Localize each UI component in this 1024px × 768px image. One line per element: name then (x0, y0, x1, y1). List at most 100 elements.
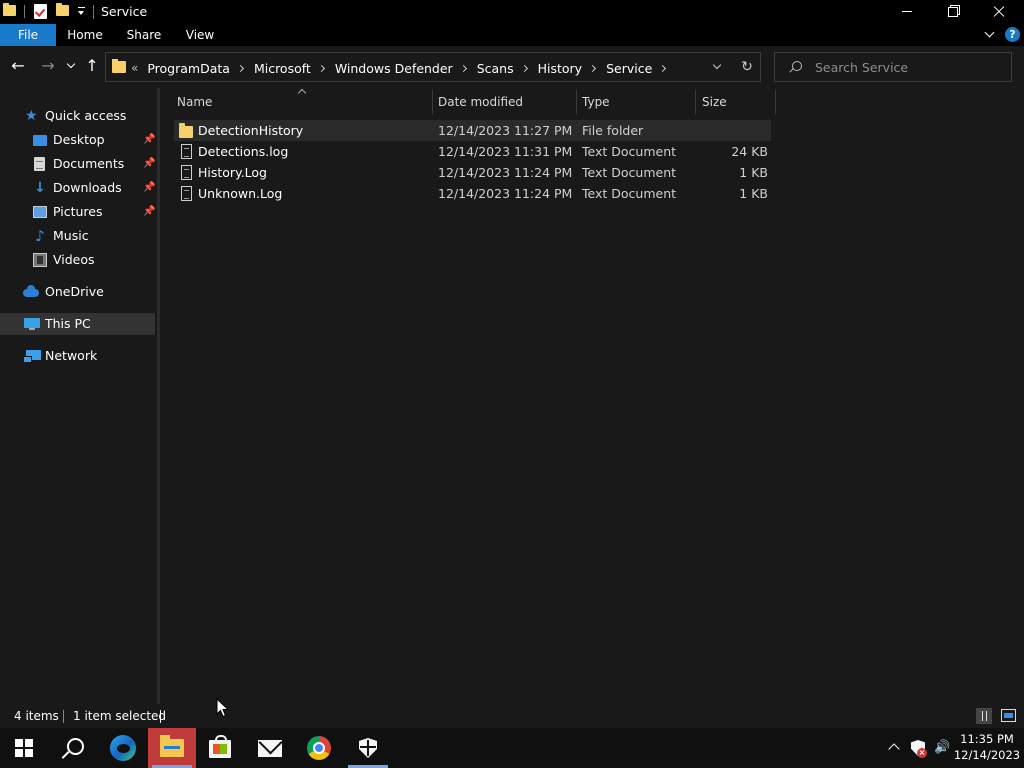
column-label: Type (582, 95, 610, 109)
expand-ribbon-icon[interactable] (983, 28, 997, 42)
sidebar-item-label: Documents (53, 156, 125, 171)
pin-icon: 📌 (143, 134, 156, 145)
search-input[interactable] (815, 59, 995, 75)
taskbar-chrome[interactable] (295, 728, 343, 768)
sidebar-item-pictures[interactable]: Pictures 📌 (0, 201, 155, 223)
tab-view[interactable]: View (176, 24, 224, 46)
column-header-type[interactable]: Type (576, 88, 695, 116)
details-view-icon[interactable] (976, 708, 992, 724)
text-file-icon (181, 165, 192, 180)
refresh-icon[interactable]: ↻ (739, 58, 755, 76)
new-folder-icon[interactable] (56, 3, 69, 16)
taskbar-edge[interactable] (99, 728, 147, 768)
forward-button[interactable]: → (38, 56, 58, 76)
address-bar[interactable]: « ProgramData Microsoft Windows Defender… (105, 52, 761, 82)
windows-logo-icon (15, 739, 33, 757)
address-history-dropdown[interactable] (711, 61, 723, 73)
chevron-right-icon[interactable] (589, 64, 597, 72)
breadcrumb-scans[interactable]: Scans (476, 61, 515, 76)
videos-icon (33, 253, 47, 267)
help-icon[interactable]: ? (1005, 27, 1020, 42)
title-bar: Service (0, 0, 1024, 24)
file-date: 12/14/2023 11:24 PM (438, 186, 573, 201)
file-name: DetectionHistory (198, 123, 304, 138)
sidebar-item-desktop[interactable]: Desktop 📌 (0, 129, 155, 151)
table-row[interactable]: DetectionHistory 12/14/2023 11:27 PM Fil… (174, 120, 771, 141)
sidebar-item-downloads[interactable]: ↓ Downloads 📌 (0, 177, 155, 199)
up-button[interactable]: ↑ (82, 56, 102, 76)
pin-icon: 📌 (143, 158, 156, 169)
sidebar-item-music[interactable]: ♪ Music (0, 225, 155, 247)
chevron-right-icon[interactable] (659, 64, 667, 72)
search-icon (62, 738, 84, 758)
sidebar-item-quick-access[interactable]: ★ Quick access (0, 105, 155, 127)
table-row[interactable]: Detections.log 12/14/2023 11:31 PM Text … (174, 141, 771, 162)
folder-icon (112, 59, 126, 73)
chevron-right-icon[interactable] (459, 64, 467, 72)
sidebar-item-documents[interactable]: Documents 📌 (0, 153, 155, 175)
tab-share[interactable]: Share (116, 24, 172, 46)
defender-icon (359, 738, 377, 758)
breadcrumb-service[interactable]: Service (605, 61, 653, 76)
search-box[interactable] (774, 52, 1012, 82)
file-explorer-icon (160, 735, 184, 757)
search-icon (789, 61, 802, 73)
breadcrumb-microsoft[interactable]: Microsoft (253, 61, 312, 76)
taskbar-mail[interactable] (246, 728, 294, 768)
large-icons-view-icon[interactable] (1001, 709, 1016, 722)
sidebar-item-label: Quick access (45, 108, 127, 123)
file-size: 24 KB (731, 144, 768, 159)
start-button[interactable] (0, 728, 48, 768)
show-hidden-icons-icon[interactable] (888, 742, 900, 754)
taskbar-search-button[interactable] (48, 728, 96, 768)
pin-icon: 📌 (143, 206, 156, 217)
network-icon (23, 350, 41, 363)
taskbar-store[interactable] (196, 728, 244, 768)
column-header-size[interactable]: Size (695, 88, 775, 116)
status-divider (160, 710, 161, 723)
sidebar-item-label: Desktop (53, 132, 105, 147)
chevron-right-icon[interactable] (317, 64, 325, 72)
clock-date: 12/14/2023 (953, 748, 1021, 762)
recent-locations-button[interactable] (64, 56, 78, 76)
breadcrumb-overflow[interactable]: « (131, 61, 138, 75)
sidebar-item-videos[interactable]: Videos (0, 249, 155, 271)
text-file-icon (181, 144, 192, 159)
system-clock[interactable]: 11:35 PM 12/14/2023 (952, 731, 1022, 763)
title-divider (93, 5, 94, 19)
sidebar-item-network[interactable]: Network (0, 345, 155, 367)
column-divider[interactable] (775, 90, 776, 114)
back-button[interactable]: ← (8, 56, 28, 76)
onedrive-icon (23, 285, 39, 297)
restore-button[interactable] (930, 0, 976, 24)
customize-toolbar-icon[interactable] (75, 5, 87, 19)
chevron-right-icon[interactable] (520, 64, 528, 72)
breadcrumb-history[interactable]: History (537, 61, 583, 76)
table-row[interactable]: History.Log 12/14/2023 11:24 PM Text Doc… (174, 162, 771, 183)
properties-icon[interactable] (34, 4, 47, 19)
breadcrumb-windows-defender[interactable]: Windows Defender (334, 61, 454, 76)
chevron-right-icon[interactable] (236, 64, 244, 72)
file-type: Text Document (582, 165, 677, 180)
file-type: Text Document (582, 186, 677, 201)
sidebar-item-this-pc[interactable]: This PC (0, 313, 155, 335)
tab-home[interactable]: Home (58, 24, 112, 46)
sidebar-item-onedrive[interactable]: OneDrive (0, 281, 155, 303)
tab-file[interactable]: File (0, 24, 56, 46)
star-icon: ★ (25, 108, 38, 124)
table-row[interactable]: Unknown.Log 12/14/2023 11:24 PM Text Doc… (174, 183, 771, 204)
selection-count: 1 item selected (73, 709, 167, 723)
folder-icon (3, 3, 16, 16)
documents-icon (34, 157, 45, 171)
column-header-date-modified[interactable]: Date modified (432, 88, 576, 116)
taskbar-file-explorer[interactable] (148, 728, 196, 768)
close-button[interactable] (976, 0, 1022, 24)
column-label: Date modified (438, 95, 524, 109)
minimize-button[interactable] (884, 0, 930, 24)
store-icon (209, 735, 231, 758)
volume-icon[interactable]: 🔊 (934, 740, 952, 756)
taskbar-defender[interactable] (344, 728, 392, 768)
breadcrumb-programdata[interactable]: ProgramData (146, 61, 231, 76)
column-header-name[interactable]: Name (160, 88, 432, 116)
sidebar-item-label: Videos (53, 252, 95, 267)
